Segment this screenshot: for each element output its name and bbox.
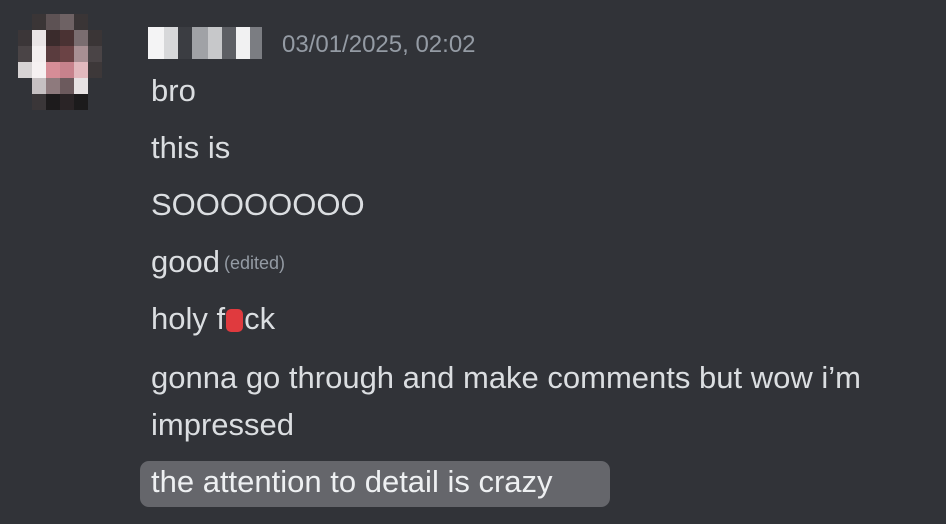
message-text: this is <box>151 130 231 165</box>
message-timestamp: 03/01/2025, 02:02 <box>282 31 476 58</box>
message-line: gonna go through and make comments but w… <box>151 359 861 397</box>
message-text: SOOOOOOOO <box>151 187 365 222</box>
message-text: the attention to detail is crazy <box>151 464 553 499</box>
message-line: impressed <box>151 406 294 444</box>
message-line: SOOOOOOOO <box>151 186 365 224</box>
message-line: the attention to detail is crazy <box>151 463 553 501</box>
message-text: holy f <box>151 301 226 336</box>
message-line: this is <box>151 129 230 167</box>
message-text: impressed <box>151 407 294 442</box>
message-line: bro <box>151 72 196 110</box>
username-redacted[interactable] <box>148 27 262 59</box>
message-text: ck <box>244 301 276 336</box>
edited-label: (edited) <box>223 253 285 273</box>
message-text: gonna go through and make comments but w… <box>151 360 861 395</box>
censor-block <box>226 309 244 332</box>
avatar[interactable] <box>18 14 102 110</box>
message-text: bro <box>151 73 196 108</box>
message-line: good (edited) <box>151 243 285 282</box>
message-line: holy f ck <box>151 300 275 338</box>
message-text: good <box>151 244 220 279</box>
